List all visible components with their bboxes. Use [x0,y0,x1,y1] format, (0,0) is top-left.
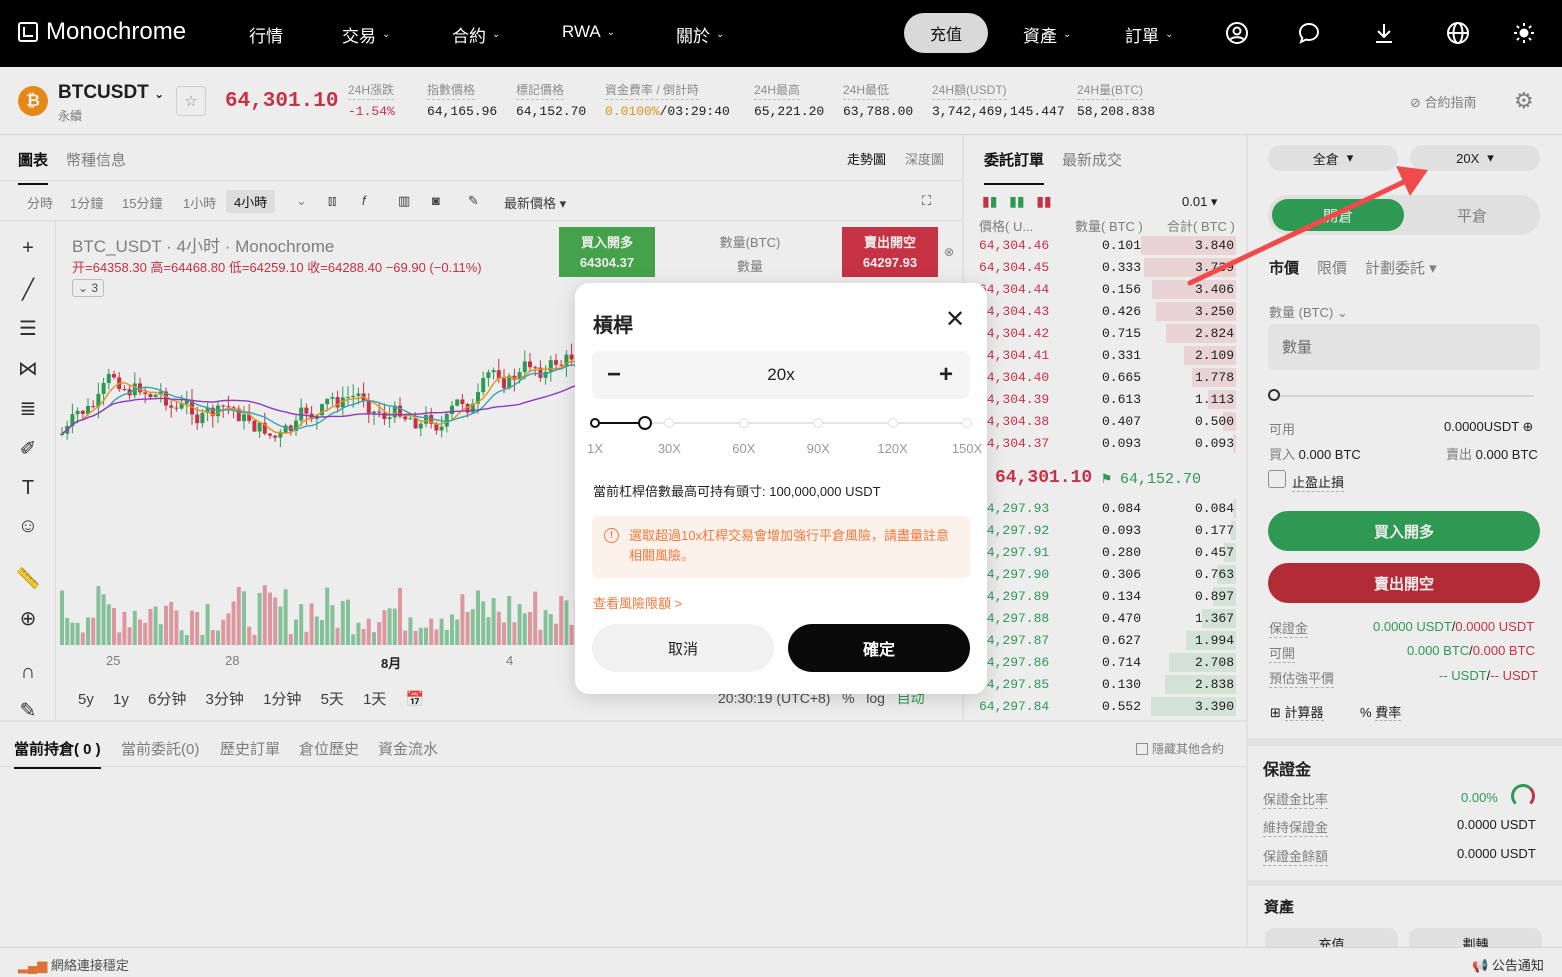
slider-tick[interactable] [738,418,749,428]
nav-orders[interactable]: 訂單 ⌄ [1125,22,1173,47]
chevron-down-icon: ⌄ [716,29,725,40]
nav-futures[interactable]: 合約 ⌄ [452,22,500,47]
max-position-note: 當前杠桿倍數最高可持有頭寸: 100,000,000 USDT [593,484,881,499]
nav-markets[interactable]: 行情 [249,22,283,47]
dialog-title: 槓桿 [593,315,633,337]
sun-icon[interactable] [1511,20,1537,46]
chevron-down-icon: ⌄ [382,29,391,40]
nav-trade-label: 交易 [342,27,376,46]
risk-limit-link[interactable]: 查看風險限額 > [593,593,682,612]
nav-markets-label: 行情 [249,27,283,46]
nav-rwa-label: RWA [562,22,601,41]
slider-tick-label: 30X [657,441,681,456]
increase-button[interactable]: + [932,361,960,389]
top-nav: Monochrome 行情 交易 ⌄ 合約 ⌄ RWA ⌄ 關於 ⌄ 充值 資產 ⌄ 訂單… [0,0,1562,67]
slider-tick-label: 150X [951,441,983,456]
risk-warning: ! 選取超過10x杠桿交易會增加強行平倉風險，請盡量註意相關風險。 [592,516,970,578]
leverage-value[interactable]: 20x [592,365,970,385]
close-icon[interactable]: ✕ [945,305,965,334]
slider-tick-label: 1X [587,441,603,456]
leverage-slider[interactable] [590,416,972,430]
nav-about-label: 關於 [676,27,710,46]
nav-rwa[interactable]: RWA ⌄ [562,22,615,42]
cancel-button[interactable]: 取消 [592,624,774,672]
nav-orders-label: 訂單 [1125,27,1159,46]
chevron-down-icon: ⌄ [1063,29,1072,40]
slider-handle[interactable] [637,416,652,430]
chevron-down-icon: ⌄ [606,26,616,38]
nav-about[interactable]: 關於 ⌄ [676,22,724,47]
chat-icon[interactable] [1296,20,1322,46]
slider-tick[interactable] [962,418,972,428]
deposit-button[interactable]: 充值 [904,13,988,53]
logo-icon [18,22,38,42]
slider-tick-label: 120X [877,441,908,456]
brand-logo[interactable]: Monochrome [18,18,186,46]
slider-tick[interactable] [887,418,898,428]
risk-warning-text: 選取超過10x杠桿交易會增加強行平倉風險，請盡量註意相關風險。 [629,528,949,563]
warning-icon: ! [604,528,619,543]
slider-tick-label: 90X [806,441,830,456]
user-icon[interactable] [1224,20,1250,46]
nav-assets-label: 資產 [1023,27,1057,46]
slider-tick-label: 60X [732,441,756,456]
leverage-stepper: − 20x + [592,351,970,399]
brand-name: Monochrome [46,18,187,45]
confirm-button[interactable]: 確定 [788,624,970,672]
nav-assets[interactable]: 資產 ⌄ [1023,22,1071,47]
slider-tick[interactable] [590,418,600,428]
globe-icon[interactable] [1445,20,1471,46]
download-icon[interactable] [1371,20,1397,46]
nav-futures-label: 合約 [452,27,486,46]
slider-tick[interactable] [664,418,675,428]
chevron-down-icon: ⌄ [1165,29,1174,40]
nav-trade[interactable]: 交易 ⌄ [342,22,390,47]
chevron-down-icon: ⌄ [492,29,501,40]
leverage-dialog: 槓桿 ✕ − 20x + 1X 30X 60X 90X 120X 150X 當前杠桿倍數最… [575,283,987,694]
slider-tick[interactable] [813,418,824,428]
